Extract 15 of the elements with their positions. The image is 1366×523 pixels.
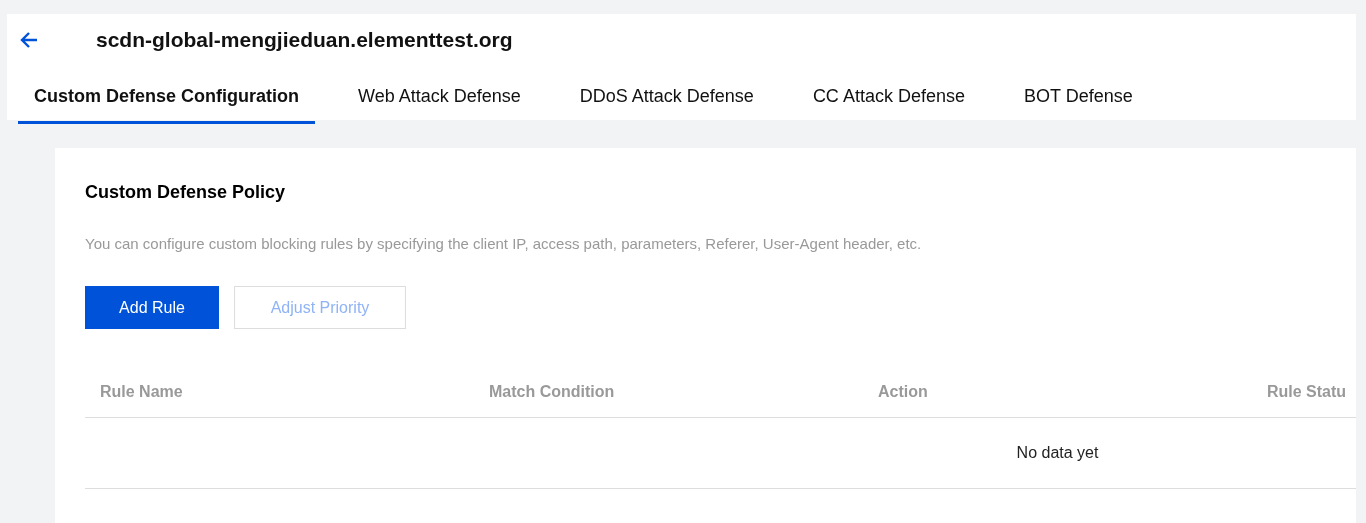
column-header: Rule Statu — [1267, 383, 1347, 400]
column-header: Rule Name — [100, 383, 183, 400]
tab[interactable]: DDoS Attack Defense — [563, 74, 770, 124]
domain-title: scdn-global-mengjieduan.elementtest.org — [96, 28, 513, 52]
back-arrow-icon[interactable] — [19, 31, 39, 49]
tab[interactable]: BOT Defense — [1007, 74, 1149, 124]
empty-message: No data yet — [1016, 444, 1099, 462]
column-header: Action — [878, 383, 928, 400]
tab[interactable]: CC Attack Defense — [796, 74, 981, 124]
add-rule-button[interactable]: Add Rule — [85, 286, 219, 329]
column-header: Match Condition — [489, 383, 615, 400]
tab[interactable]: Web Attack Defense — [342, 74, 537, 124]
tab[interactable]: Custom Defense Configuration — [18, 74, 315, 124]
section-title: Custom Defense Policy — [85, 182, 287, 203]
section-description: You can configure custom blocking rules by specifying the client IP, access path, parameters, Referer, User-Agent header, etc. — [85, 235, 923, 252]
